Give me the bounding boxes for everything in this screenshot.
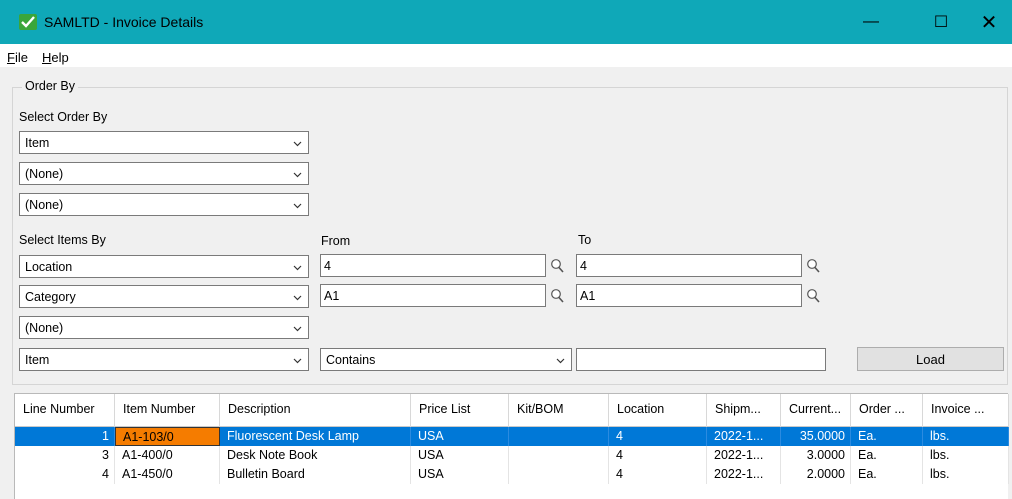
criteria-field-combo-2[interactable]: Category xyxy=(19,285,309,308)
invoice-details-grid[interactable]: Line Number Item Number Description Pric… xyxy=(14,393,1009,499)
column-header-description[interactable]: Description xyxy=(220,394,411,427)
magnifier-lookup-icon[interactable] xyxy=(806,288,821,304)
table-row[interactable]: 4 A1-450/0 Bulletin Board USA 4 2022-1..… xyxy=(15,465,1009,484)
sage-check-icon xyxy=(19,14,37,30)
criteria-field-combo-1[interactable]: Location xyxy=(19,255,309,278)
magnifier-lookup-icon[interactable] xyxy=(806,258,821,274)
column-header-order-uom[interactable]: Order ... xyxy=(851,394,923,427)
close-button[interactable]: ✕ xyxy=(966,8,1012,36)
column-header-kit-bom[interactable]: Kit/BOM xyxy=(509,394,609,427)
order-by-combo-2[interactable]: (None) xyxy=(19,162,309,185)
order-by-group-label: Order By xyxy=(22,79,79,93)
from-label: From xyxy=(321,234,351,248)
menu-file[interactable]: File xyxy=(7,50,28,65)
criteria-from-input-2[interactable]: A1 xyxy=(320,284,546,307)
column-header-item-number[interactable]: Item Number xyxy=(115,394,220,427)
chevron-down-icon xyxy=(556,358,565,364)
column-header-shipment[interactable]: Shipm... xyxy=(707,394,781,427)
chevron-down-icon xyxy=(293,172,302,178)
grid-header: Line Number Item Number Description Pric… xyxy=(15,394,1009,427)
order-by-combo-3[interactable]: (None) xyxy=(19,193,309,216)
chevron-down-icon xyxy=(293,203,302,209)
chevron-down-icon xyxy=(293,265,302,271)
column-header-location[interactable]: Location xyxy=(609,394,707,427)
close-icon: ✕ xyxy=(980,11,998,34)
column-header-line-number[interactable]: Line Number xyxy=(15,394,115,427)
menu-bar: File Help xyxy=(0,44,1012,67)
criteria-from-input-1[interactable]: 4 xyxy=(320,254,546,277)
chevron-down-icon xyxy=(293,295,302,301)
to-label: To xyxy=(578,233,592,247)
select-items-by-label: Select Items By xyxy=(19,233,106,247)
column-header-price-list[interactable]: Price List xyxy=(411,394,509,427)
minimize-icon: — xyxy=(863,13,879,30)
column-header-current[interactable]: Current... xyxy=(781,394,851,427)
window-title: SAMLTD - Invoice Details xyxy=(44,14,204,30)
filter-value-input[interactable] xyxy=(576,348,826,371)
filter-field-combo[interactable]: Item xyxy=(19,348,309,371)
chevron-down-icon xyxy=(293,141,302,147)
menu-help[interactable]: Help xyxy=(42,50,69,65)
maximize-button[interactable]: ☐ xyxy=(918,8,964,36)
magnifier-lookup-icon[interactable] xyxy=(550,258,565,274)
magnifier-lookup-icon[interactable] xyxy=(550,288,565,304)
table-row[interactable]: 1 A1-103/0 Fluorescent Desk Lamp USA 4 2… xyxy=(15,427,1009,446)
criteria-to-input-2[interactable]: A1 xyxy=(576,284,802,307)
load-button[interactable]: Load xyxy=(857,347,1004,371)
table-row[interactable]: 3 A1-400/0 Desk Note Book USA 4 2022-1..… xyxy=(15,446,1009,465)
column-header-invoice-uom[interactable]: Invoice ... xyxy=(923,394,1009,427)
title-bar[interactable]: SAMLTD - Invoice Details — ☐ ✕ xyxy=(0,0,1012,44)
criteria-field-combo-3[interactable]: (None) xyxy=(19,316,309,339)
criteria-to-input-1[interactable]: 4 xyxy=(576,254,802,277)
select-order-by-label: Select Order By xyxy=(19,110,108,124)
order-by-combo-1[interactable]: Item xyxy=(19,131,309,154)
chevron-down-icon xyxy=(293,326,302,332)
maximize-icon: ☐ xyxy=(933,14,949,31)
chevron-down-icon xyxy=(293,358,302,364)
filter-operator-combo[interactable]: Contains xyxy=(320,348,572,371)
minimize-button[interactable]: — xyxy=(848,8,894,36)
